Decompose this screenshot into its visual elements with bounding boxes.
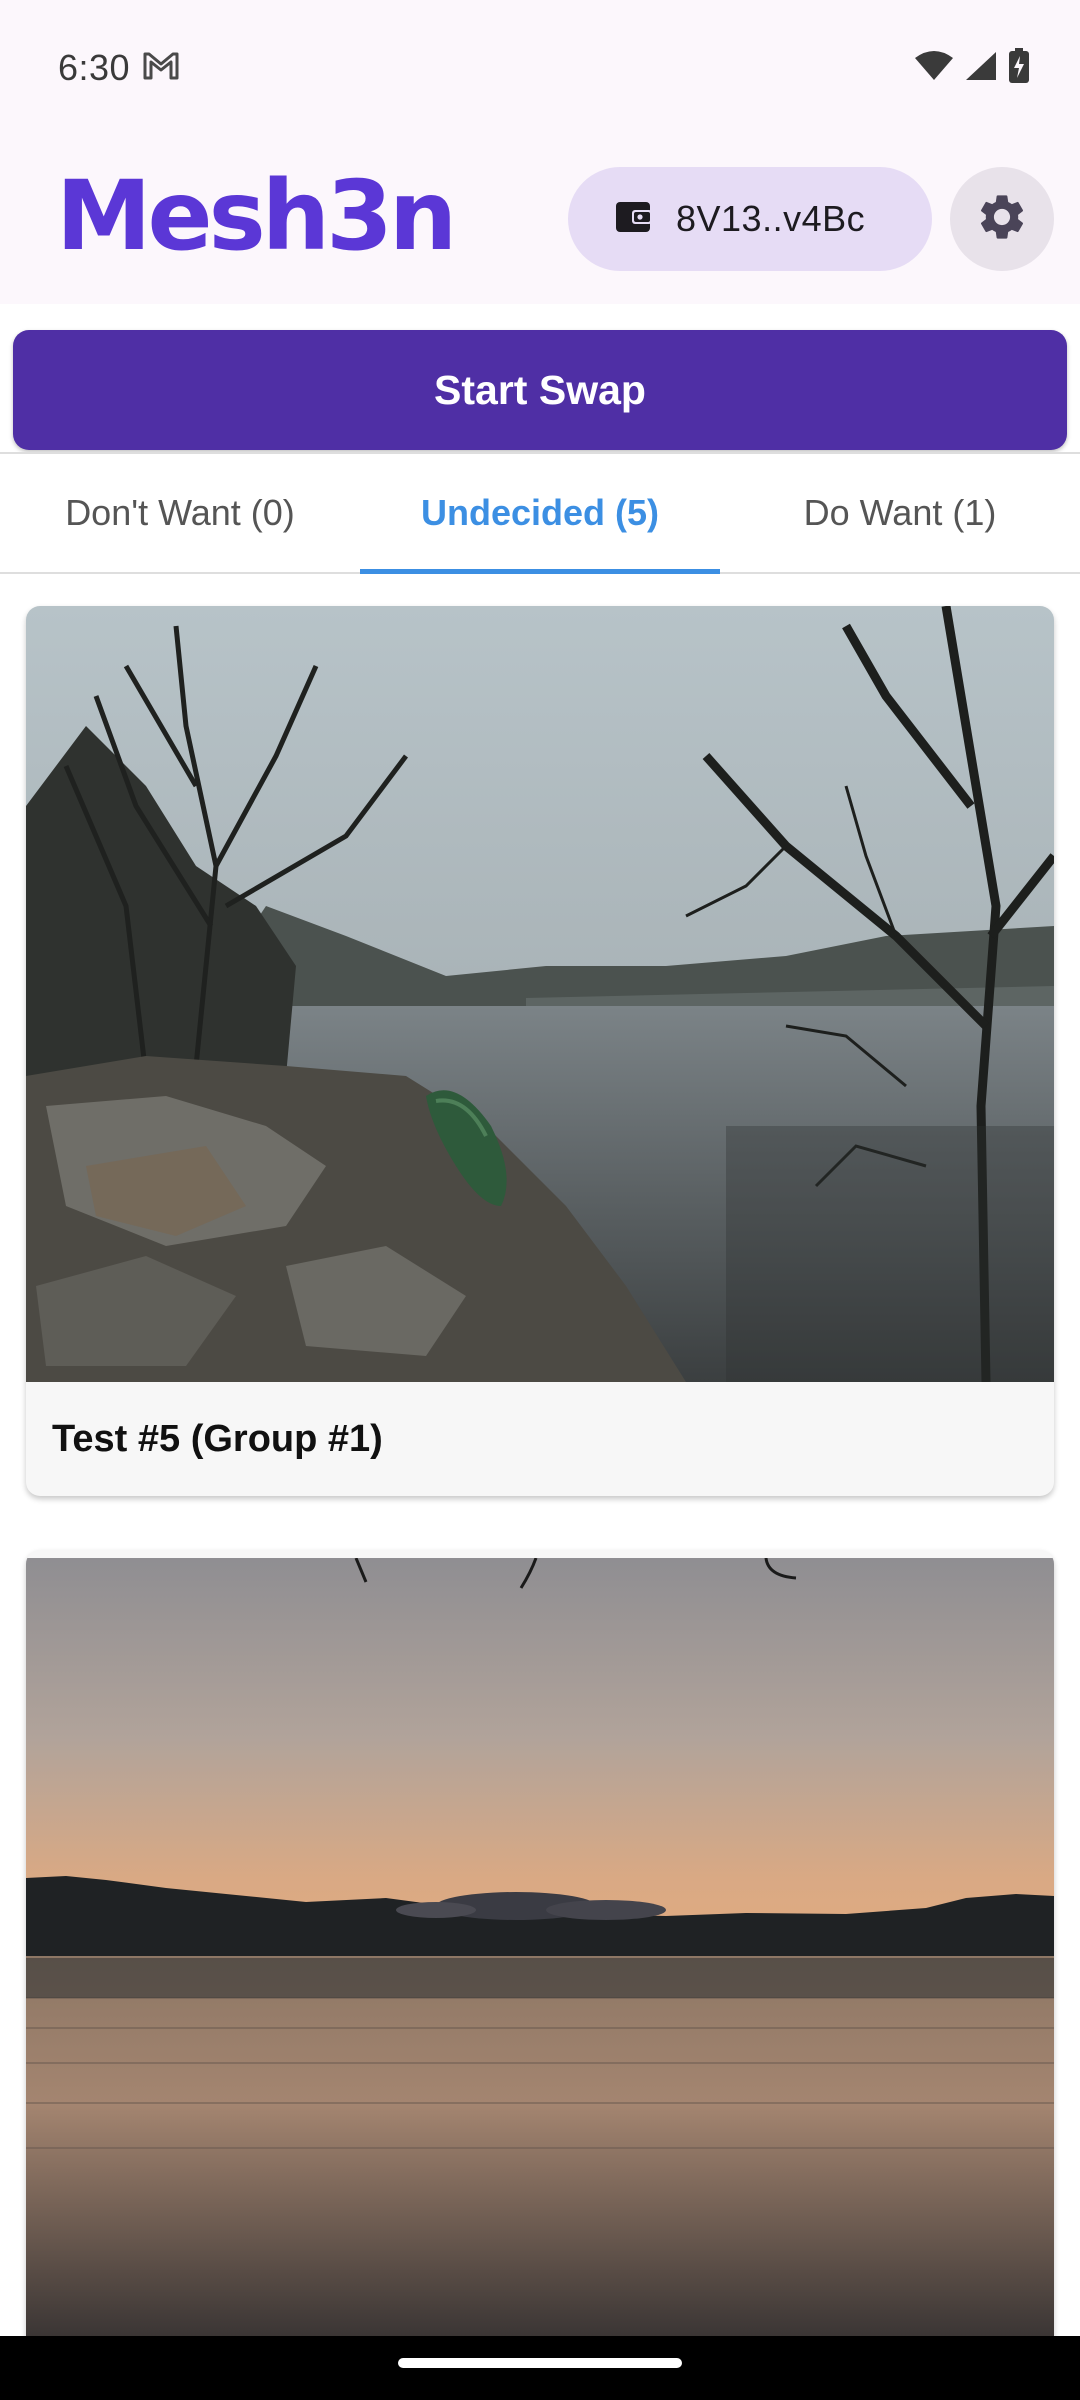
- photo-card[interactable]: [26, 1550, 1054, 2400]
- lake-sunset-photo: [26, 1558, 1054, 2338]
- tab-undecided[interactable]: Undecided (5): [360, 454, 720, 574]
- battery-charging-icon: [1008, 47, 1030, 89]
- wallet-button[interactable]: 8V13..v4Bc: [568, 167, 932, 271]
- start-swap-button[interactable]: Start Swap: [13, 330, 1067, 450]
- app-title: Mesh3n: [56, 160, 457, 272]
- status-time: 6:30: [58, 47, 131, 88]
- wifi-icon: [914, 50, 954, 87]
- card-caption: Test #5 (Group #1): [52, 1417, 383, 1460]
- tab-do-want[interactable]: Do Want (1): [720, 454, 1080, 572]
- filter-tabs: Don't Want (0) Undecided (5) Do Want (1): [0, 452, 1080, 574]
- tab-dont-want[interactable]: Don't Want (0): [0, 454, 360, 572]
- home-gesture-handle[interactable]: [398, 2358, 682, 2368]
- wallet-icon: [614, 199, 654, 240]
- settings-button[interactable]: [950, 167, 1054, 271]
- status-left: 6:30: [58, 47, 180, 89]
- photo-card[interactable]: Test #5 (Group #1): [26, 606, 1054, 1496]
- gmail-icon: [142, 51, 180, 86]
- system-nav-bar: [0, 2336, 1080, 2400]
- lake-shore-photo: [26, 606, 1054, 1382]
- wallet-address: 8V13..v4Bc: [676, 198, 866, 239]
- gear-icon: [975, 190, 1029, 249]
- status-bar: 6:30: [0, 0, 1080, 136]
- signal-icon: [964, 50, 998, 87]
- app-bar: Mesh3n 8V13..v4Bc: [0, 136, 1080, 304]
- status-right: [914, 47, 1030, 89]
